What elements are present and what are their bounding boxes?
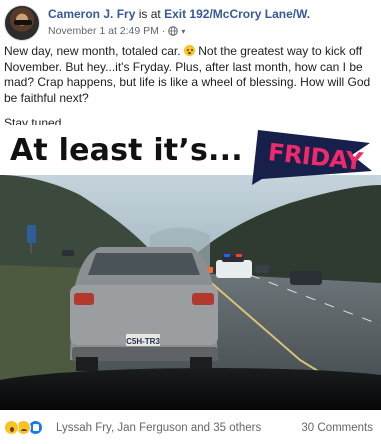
meta-separator: · bbox=[161, 25, 166, 37]
post-paragraph-1: New day, new month, totaled car. Not the… bbox=[4, 44, 377, 106]
reactors-link[interactable]: Lyssah Fry, Jan Ferguson and 35 others bbox=[56, 422, 261, 434]
comments-count-link[interactable]: 30 Comments bbox=[301, 422, 373, 434]
post-footer: Lyssah Fry, Jan Ferguson and 35 others 3… bbox=[0, 414, 381, 444]
wow-icon[interactable] bbox=[4, 420, 19, 435]
location-link[interactable]: Exit 192/McCrory Lane/W. bbox=[164, 7, 310, 21]
license-plate: C5H-TR3 bbox=[126, 337, 160, 346]
caret-down-icon[interactable]: ▾ bbox=[181, 27, 185, 36]
author-name-link[interactable]: Cameron J. Fry bbox=[48, 7, 135, 21]
globe-icon[interactable] bbox=[168, 26, 179, 36]
facebook-post: Cameron J. Fry is at Exit 192/McCrory La… bbox=[0, 0, 381, 444]
photo-headline: At least it’s... bbox=[10, 133, 243, 168]
reaction-icons[interactable] bbox=[4, 420, 43, 435]
author-line: Cameron J. Fry is at Exit 192/McCrory La… bbox=[48, 7, 310, 21]
post-photo[interactable]: C5H-TR3 At least it’s... FRIDAY bbox=[0, 125, 381, 410]
post-text-part-1: New day, new month, totaled car. bbox=[4, 44, 181, 58]
post-header: Cameron J. Fry is at Exit 192/McCrory La… bbox=[4, 5, 377, 41]
is-at-text: is at bbox=[138, 7, 161, 21]
post-meta: November 1 at 2:49 PM · ▾ bbox=[48, 25, 185, 37]
grimace-emoji-icon bbox=[183, 45, 195, 56]
avatar[interactable] bbox=[4, 5, 40, 41]
timestamp-link[interactable]: November 1 at 2:49 PM bbox=[48, 25, 159, 37]
